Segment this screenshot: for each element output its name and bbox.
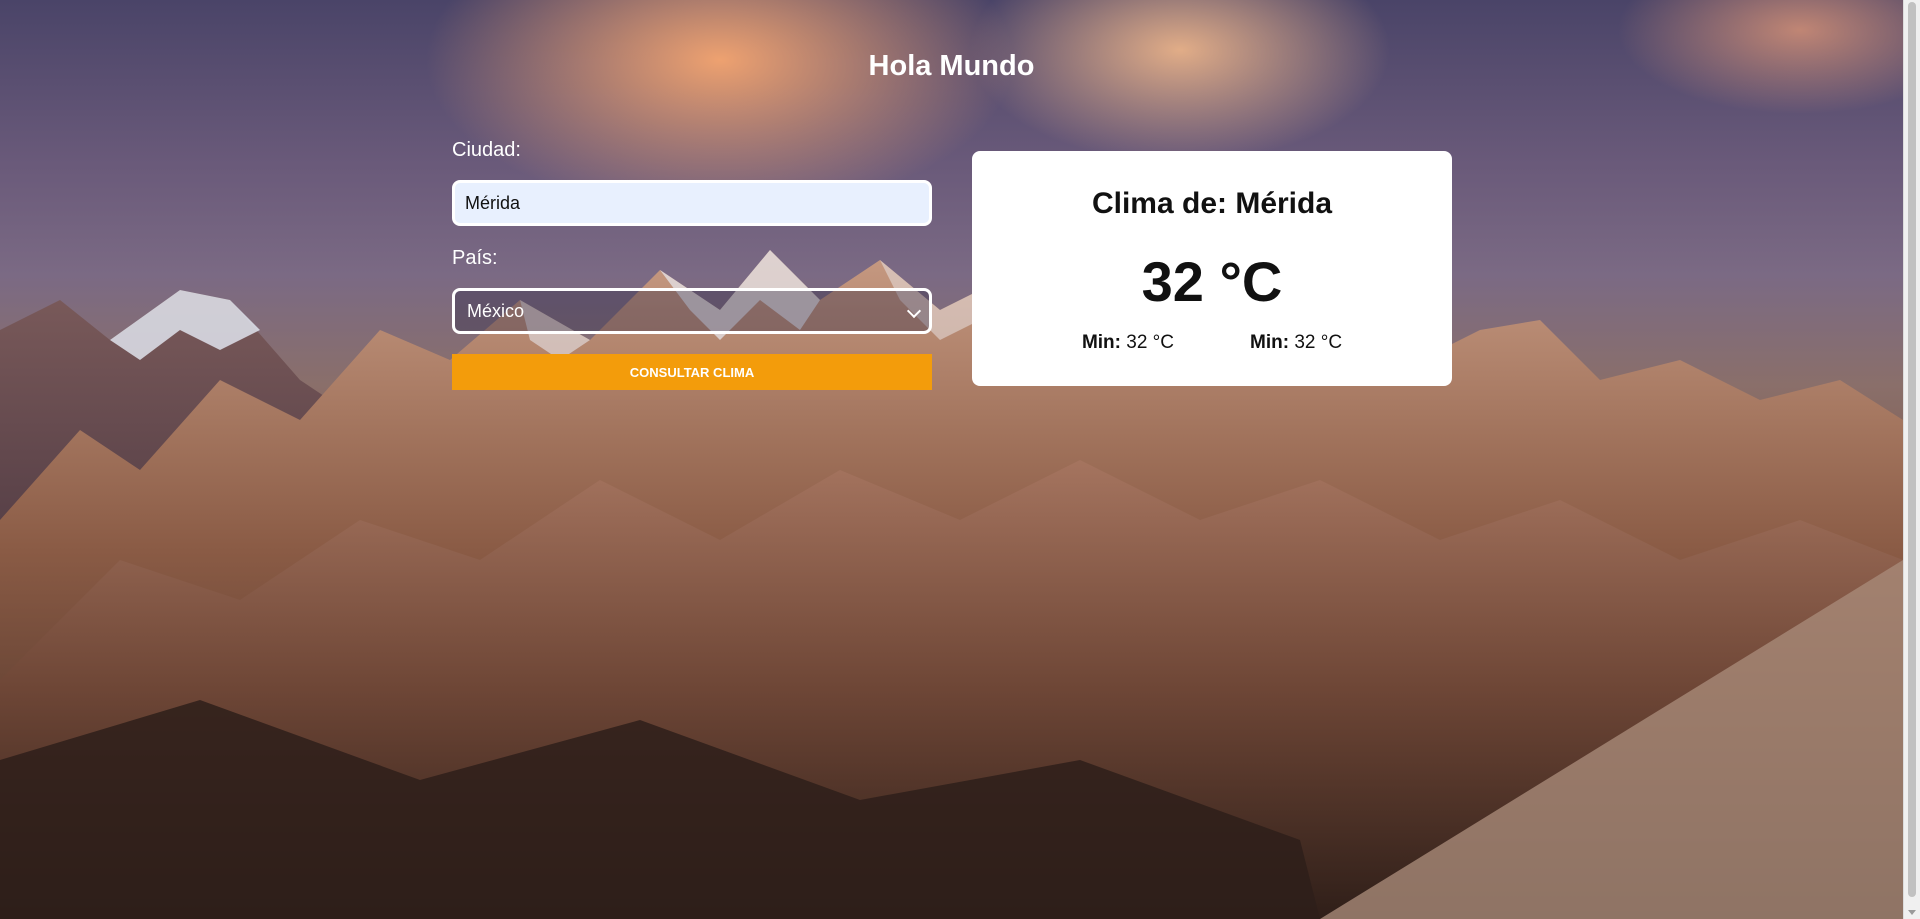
country-select[interactable]: México xyxy=(452,288,932,334)
weather-form: Ciudad: País: México Consultar clima xyxy=(452,138,932,390)
chevron-down-icon xyxy=(906,303,922,319)
app-viewport: Hola Mundo Ciudad: País: México Consulta… xyxy=(0,0,1920,919)
mountain-landscape xyxy=(0,250,1903,919)
min-max-row: Min: 32 °C Min: 32 °C xyxy=(972,332,1452,354)
min-temperature-label: Min: xyxy=(1081,332,1121,353)
result-heading: Clima de: Mérida xyxy=(1091,187,1333,220)
weather-result-card: Clima de: Mérida 32 °C Min: 32 °C Min: 3… xyxy=(972,151,1452,386)
vertical-scrollbar[interactable] xyxy=(1903,0,1920,919)
city-input[interactable] xyxy=(452,180,932,226)
min-temperature-value: 32 °C xyxy=(1126,332,1174,353)
check-weather-button[interactable]: Consultar clima xyxy=(452,354,932,390)
max-temperature-value: 32 °C xyxy=(1294,332,1343,353)
city-label: Ciudad: xyxy=(452,139,521,161)
country-label: País: xyxy=(452,247,498,269)
max-temperature: Min: 32 °C xyxy=(1250,332,1342,354)
country-select-value: México xyxy=(467,301,525,321)
scrollbar-thumb[interactable] xyxy=(1908,2,1916,897)
scroll-down-arrow-icon[interactable] xyxy=(1908,910,1916,915)
max-temperature-label: Min: xyxy=(1250,332,1290,353)
min-temperature: Min: 32 °C xyxy=(1082,332,1174,354)
page-title: Hola Mundo xyxy=(868,50,1035,82)
current-temperature: 32 °C xyxy=(1141,250,1283,313)
